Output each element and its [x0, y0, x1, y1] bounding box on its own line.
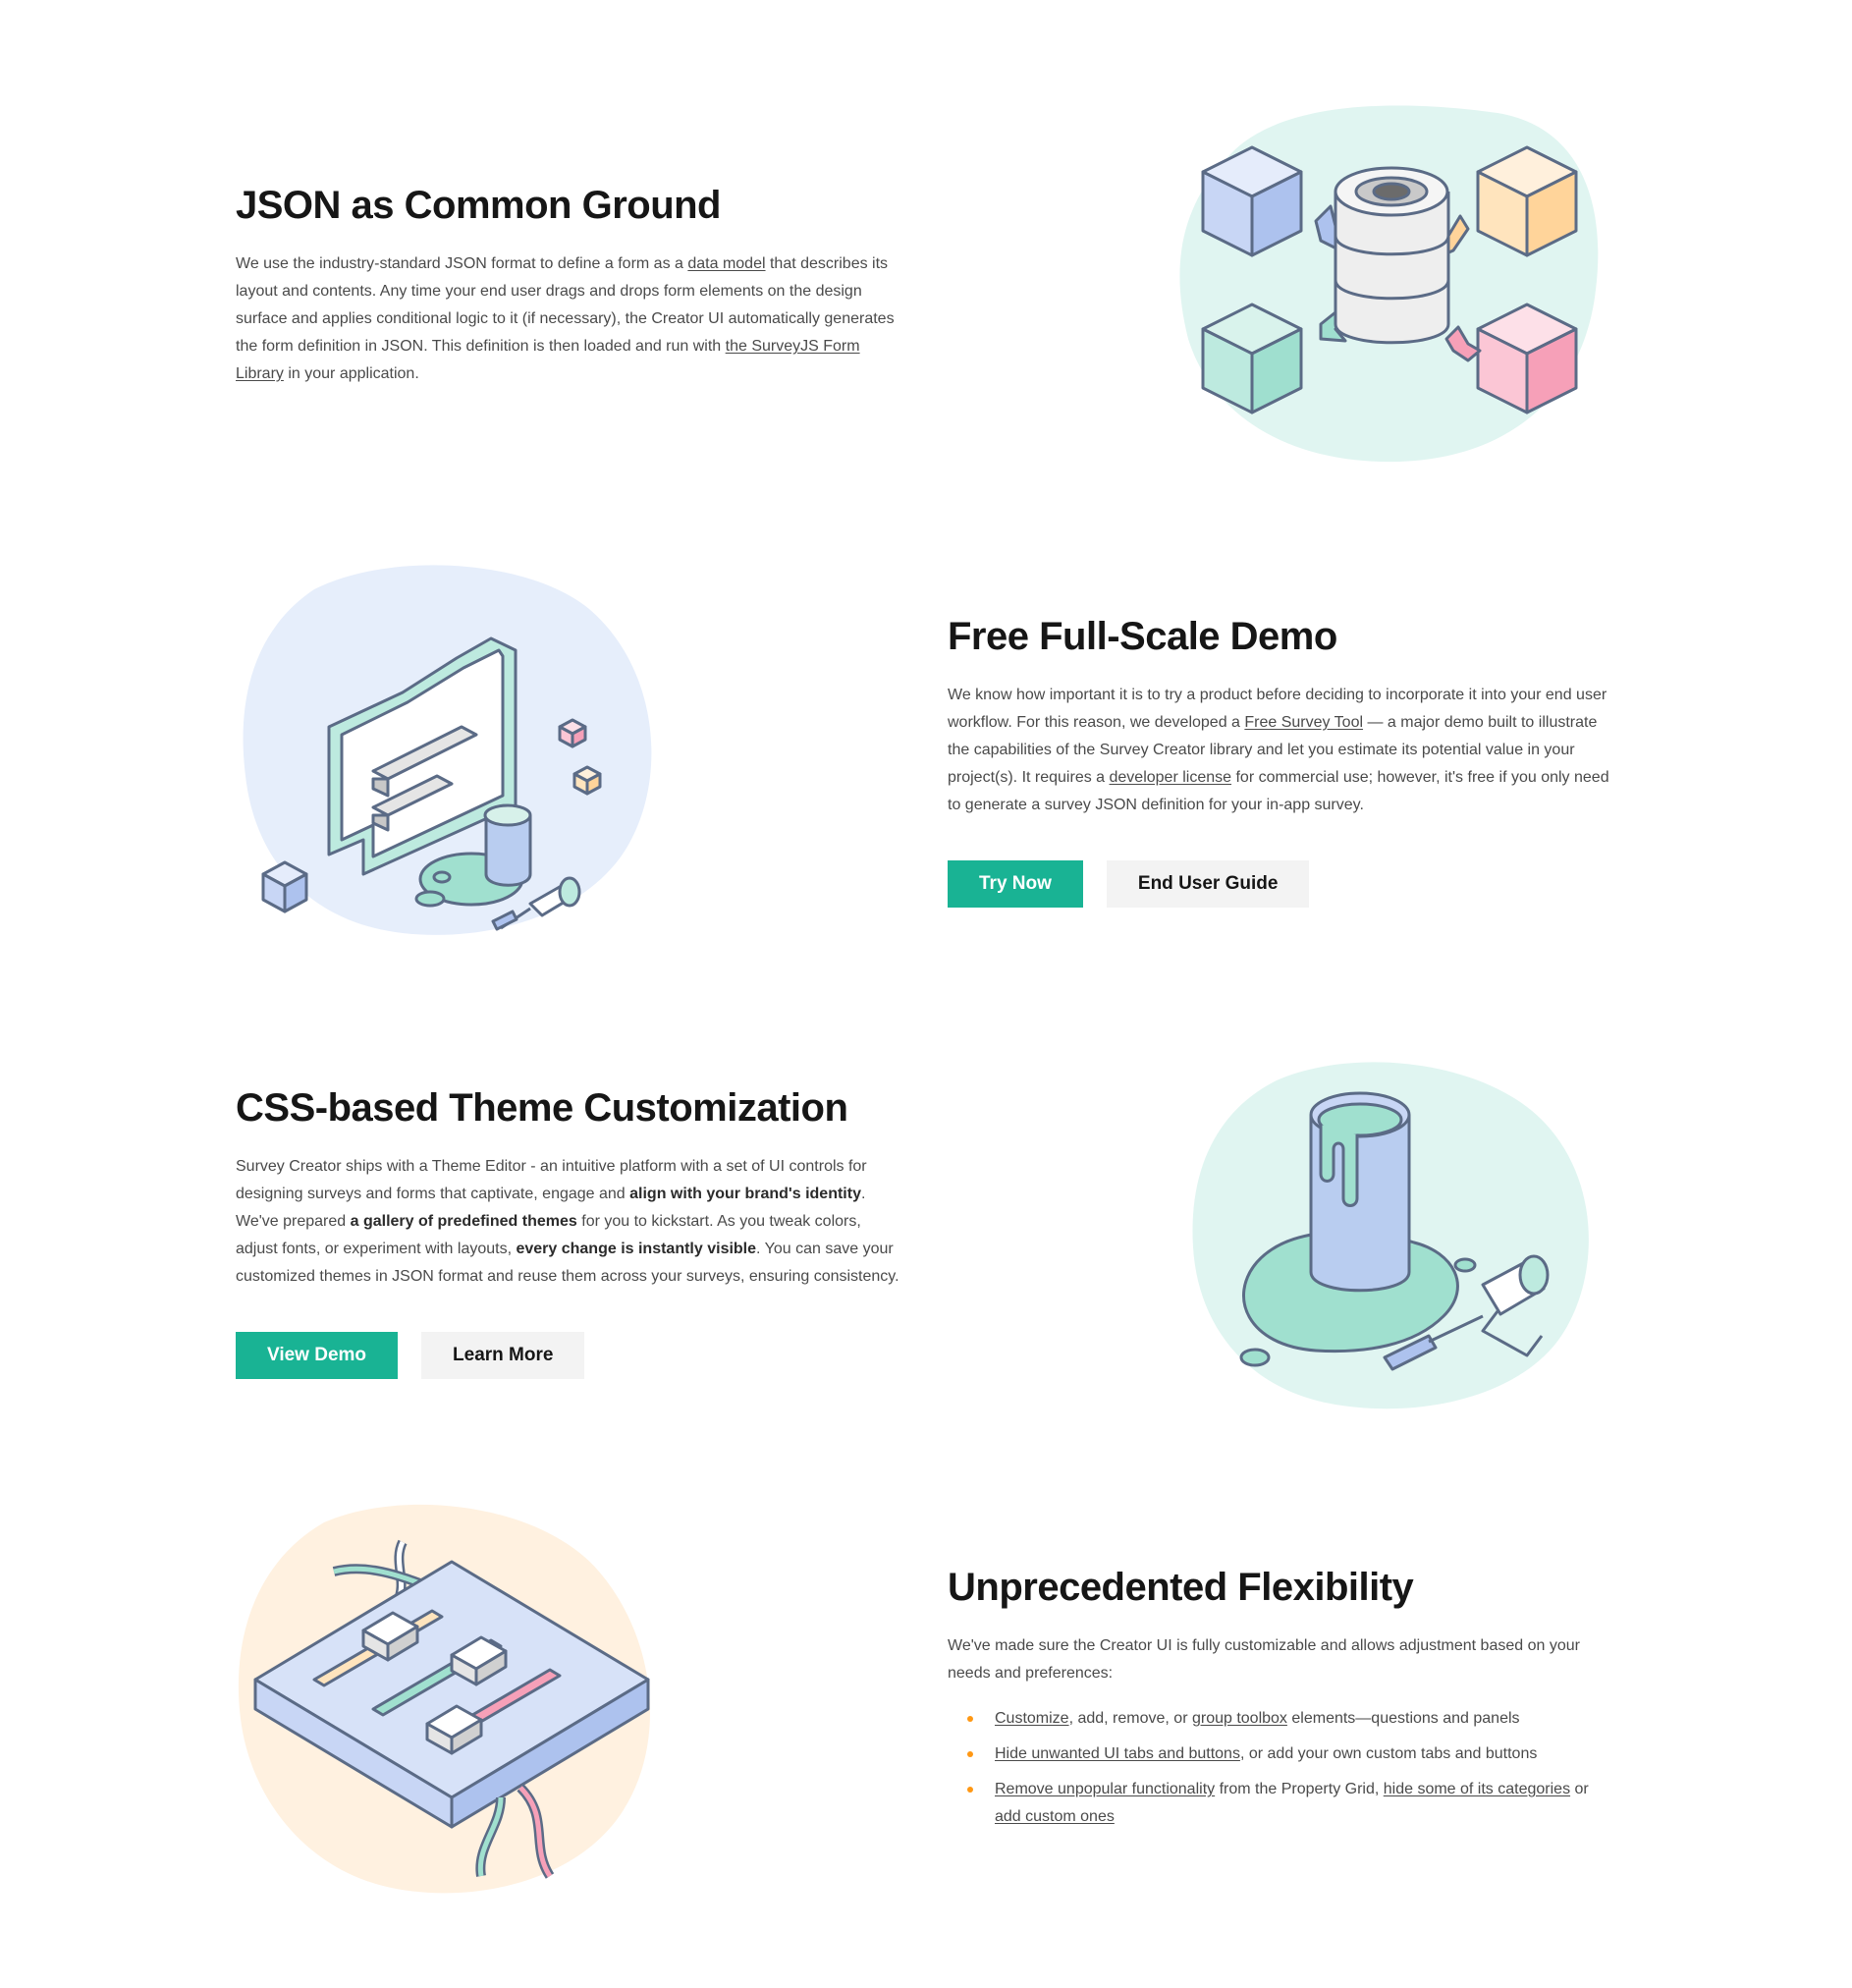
hide-tabs-link[interactable]: Hide unwanted UI tabs and buttons [995, 1745, 1240, 1762]
paint-bucket-icon [1192, 1062, 1589, 1409]
free-survey-tool-link[interactable]: Free Survey Tool [1244, 714, 1363, 731]
section-title: JSON as Common Ground [236, 184, 722, 227]
section-json: JSON as Common Ground We use the industr… [0, 0, 1852, 471]
remove-functionality-link[interactable]: Remove unpopular functionality [995, 1781, 1215, 1797]
section-theme: CSS-based Theme Customization Survey Cre… [0, 1041, 1852, 1454]
hide-categories-link[interactable]: hide some of its categories [1384, 1781, 1570, 1797]
learn-more-button[interactable]: Learn More [421, 1332, 585, 1379]
section-description: We know how important it is to try a pro… [948, 687, 1609, 813]
section-flexibility: Unprecedented Flexibility We've made sur… [0, 1493, 1852, 1925]
demo-buttons: Try Now End User Guide [948, 860, 1615, 908]
view-demo-button[interactable]: View Demo [236, 1332, 399, 1379]
section-description: We've made sure the Creator UI is fully … [948, 1637, 1580, 1682]
section-title: Free Full-Scale Demo [948, 615, 1337, 658]
database-icon [1179, 105, 1599, 463]
list-item: Hide unwanted UI tabs and buttons, or ad… [948, 1740, 1615, 1768]
section-demo: Free Full-Scale Demo We know how importa… [0, 530, 1852, 982]
demo-text: Free Full-Scale Demo We know how importa… [948, 613, 1615, 908]
data-model-link[interactable]: data model [687, 255, 765, 272]
theme-buttons: View Demo Learn More [236, 1332, 903, 1379]
customize-link[interactable]: Customize [995, 1710, 1069, 1727]
feature-list: Customize, add, remove, or group toolbox… [948, 1705, 1615, 1831]
mixer-board-icon [238, 1504, 651, 1894]
section-title: CSS-based Theme Customization [236, 1086, 848, 1130]
list-item: Remove unpopular functionality from the … [948, 1776, 1615, 1831]
flexibility-text: Unprecedented Flexibility We've made sur… [948, 1564, 1615, 1839]
end-user-guide-button[interactable]: End User Guide [1106, 860, 1310, 908]
list-item: Customize, add, remove, or group toolbox… [948, 1705, 1615, 1733]
group-toolbox-link[interactable]: group toolbox [1192, 1710, 1287, 1727]
add-custom-link[interactable]: add custom ones [995, 1808, 1115, 1825]
try-now-button[interactable]: Try Now [948, 860, 1083, 908]
chat-bubble-icon [243, 565, 652, 935]
json-text: JSON as Common Ground We use the industr… [236, 182, 903, 388]
section-title: Unprecedented Flexibility [948, 1566, 1414, 1609]
theme-text: CSS-based Theme Customization Survey Cre… [236, 1084, 903, 1379]
section-description: We use the industry-standard JSON format… [236, 255, 895, 382]
section-description: Survey Creator ships with a Theme Editor… [236, 1158, 899, 1285]
developer-license-link[interactable]: developer license [1110, 769, 1232, 786]
